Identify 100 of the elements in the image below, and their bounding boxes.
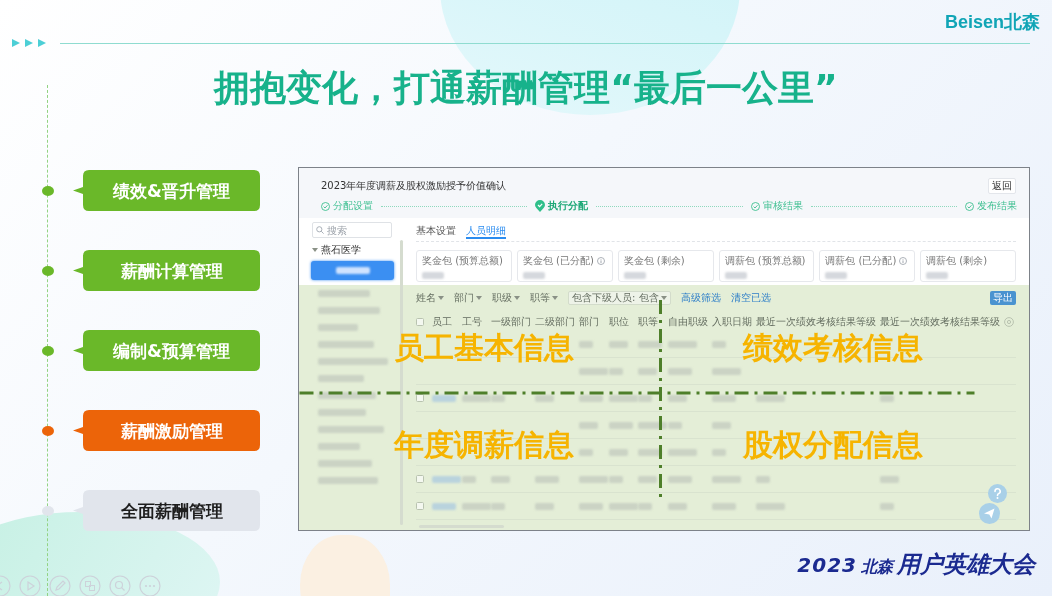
blurred-text	[335, 267, 370, 274]
blurred-text	[724, 272, 747, 279]
caret-icon	[438, 296, 444, 300]
blurred-text	[638, 367, 658, 375]
triple-arrow-icon	[12, 38, 48, 48]
filter-dropdown[interactable]: 姓名	[416, 292, 444, 304]
column-header: 最近一次绩效考核结果等级	[880, 315, 1001, 329]
module-callout: 薪酬计算管理	[73, 250, 260, 291]
column-header: 职等	[638, 315, 660, 329]
card-label: 调薪包 (预算总额)	[724, 255, 806, 267]
quadrant-label: 年度调薪信息	[394, 427, 574, 462]
step-label: 执行分配	[548, 200, 589, 212]
caret-icon	[312, 248, 318, 252]
blurred-text	[579, 340, 594, 348]
filter-select[interactable]: 包含下级人员: 包含	[568, 291, 671, 305]
filter-dropdown[interactable]: 职等	[530, 292, 558, 304]
tree-item[interactable]	[311, 261, 394, 280]
link-button[interactable]: 清空已选	[730, 292, 771, 304]
tab[interactable]: 人员明细	[466, 225, 506, 239]
tree-node[interactable]: 燕石医学	[312, 244, 361, 256]
blurred-text	[608, 340, 628, 348]
column-header: 入职日期	[712, 315, 753, 329]
blurred-text	[668, 394, 687, 402]
blurred-text	[926, 272, 949, 279]
blurred-text	[712, 475, 741, 483]
event-name: 用户英雄大会	[897, 551, 1035, 577]
back-button[interactable]: 返回	[988, 178, 1016, 194]
quadrant-label: 员工基本信息	[394, 330, 574, 365]
help-icon[interactable]	[988, 484, 1007, 503]
blurred-text	[638, 475, 658, 483]
blurred-text	[668, 448, 697, 456]
page-title: 2023年年度调薪及股权激励授予价值确认	[321, 180, 507, 192]
search-field[interactable]: 搜索	[312, 222, 392, 238]
card-label: 奖金包 (已分配)	[522, 255, 594, 267]
blurred-text	[756, 394, 785, 402]
checkbox-icon[interactable]	[416, 475, 424, 483]
blurred-text	[318, 358, 388, 365]
filter-dropdown[interactable]: 职级	[492, 292, 520, 304]
blurred-text	[579, 394, 604, 402]
blurred-text	[608, 421, 633, 429]
blurred-text	[668, 475, 692, 483]
filter-dropdown[interactable]: 部门	[454, 292, 482, 304]
export-button[interactable]: 导出	[990, 291, 1016, 305]
column-header: 自由职级	[668, 315, 709, 329]
step-label: 分配设置	[333, 200, 373, 212]
blurred-text	[825, 272, 848, 279]
blurred-text	[318, 324, 358, 331]
column-header: 职位	[608, 315, 630, 329]
caret-icon	[552, 296, 558, 300]
pen-icon[interactable]	[49, 575, 71, 596]
blurred-text	[491, 475, 511, 483]
module-callout: 编制&预算管理	[73, 330, 260, 371]
more-icon[interactable]	[139, 575, 161, 596]
blurred-text	[535, 502, 555, 510]
caret-icon	[476, 296, 482, 300]
blurred-text	[668, 502, 687, 510]
blurred-text	[318, 460, 372, 467]
slide-title: 拥抱变化，打通薪酬管理“最后一公里”	[214, 67, 838, 108]
blurred-text	[579, 421, 599, 429]
column-header: 工号	[461, 315, 483, 329]
card-label: 奖金包 (剩余)	[623, 255, 685, 267]
blurred-text	[318, 477, 378, 484]
brand-logo: Beisen北森	[944, 12, 1040, 33]
paper-plane-icon[interactable]	[979, 503, 1000, 524]
blurred-text	[712, 367, 741, 375]
blurred-text	[432, 394, 456, 402]
blurred-text	[535, 475, 560, 483]
event-brand: 北森	[861, 556, 893, 578]
tab[interactable]: 基本设置	[416, 225, 456, 239]
card-label: 奖金包 (预算总额)	[422, 255, 503, 267]
link-button[interactable]: 高级筛选	[680, 292, 721, 304]
checkbox-icon[interactable]	[416, 394, 424, 402]
module-callout: 薪酬激励管理	[73, 410, 260, 451]
blurred-text	[712, 394, 736, 402]
blurred-text	[318, 341, 374, 348]
caret-icon	[514, 296, 520, 300]
blurred-text	[638, 340, 663, 348]
column-header: 二级部门	[535, 315, 577, 329]
blurred-text	[668, 367, 692, 375]
checkbox-icon[interactable]	[416, 502, 424, 510]
blurred-text	[318, 409, 366, 416]
overlapping-squares-icon[interactable]	[79, 575, 101, 596]
module-callout: 绩效&晋升管理	[73, 170, 260, 211]
card-label: 调薪包 (已分配)	[825, 255, 897, 267]
caret-icon	[660, 296, 667, 300]
blurred-text	[712, 421, 731, 429]
checkbox-icon[interactable]	[416, 318, 424, 326]
blurred-text	[608, 448, 628, 456]
blurred-text	[318, 443, 360, 450]
module-callout: 全面薪酬管理	[73, 490, 260, 531]
magnifier-icon[interactable]	[109, 575, 131, 596]
quadrant-label: 股权分配信息	[743, 427, 923, 462]
blurred-text	[535, 394, 555, 402]
blurred-text	[579, 502, 604, 510]
blurred-text	[318, 290, 370, 297]
blurred-text	[522, 272, 545, 279]
column-header: 一级部门	[491, 315, 533, 329]
play-icon[interactable]	[19, 575, 41, 596]
step-label: 审核结果	[762, 200, 803, 212]
ring-icon[interactable]	[1004, 317, 1014, 327]
